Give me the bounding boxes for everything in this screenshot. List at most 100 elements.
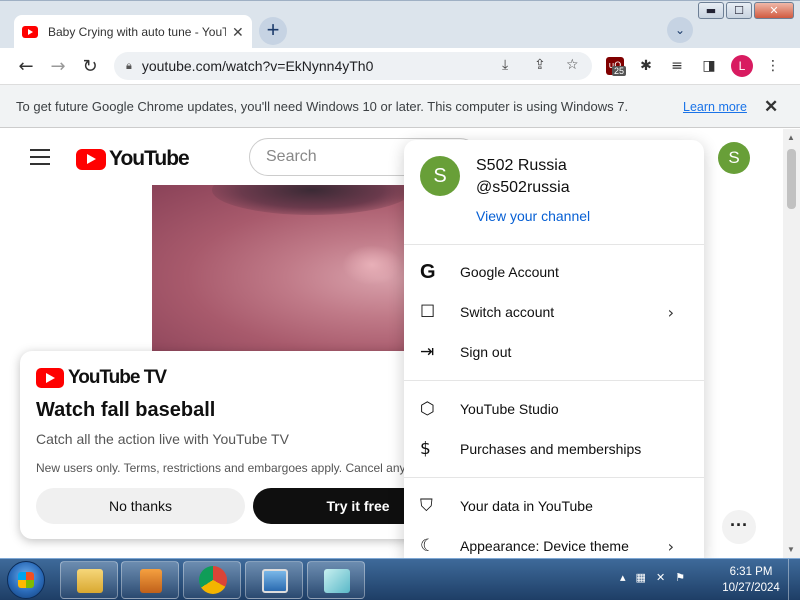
menu-item-sign-out[interactable]: ⇥ Sign out <box>404 332 704 372</box>
media-queue-icon[interactable]: ≡ <box>668 57 686 75</box>
page-scrollbar[interactable]: ▲ ▼ <box>783 129 800 558</box>
view-channel-link[interactable]: View your channel <box>476 208 590 224</box>
infobar-close-icon[interactable]: ✕ <box>764 97 778 117</box>
menu-item-label: Sign out <box>460 344 512 360</box>
tab-search-icon[interactable]: ⌄ <box>667 17 693 43</box>
shield-icon: ⛉ <box>420 496 433 516</box>
extensions-puzzle-icon[interactable]: ✱ <box>637 57 655 75</box>
media-player-icon <box>140 569 162 593</box>
window-icon <box>262 569 288 593</box>
install-icon[interactable]: ⤓ <box>502 57 508 73</box>
google-icon: G <box>420 260 436 283</box>
back-button[interactable]: ← <box>10 56 42 77</box>
menu-item-label: Purchases and memberships <box>460 441 642 457</box>
chevron-right-icon: › <box>667 536 674 556</box>
menu-item-your-data[interactable]: ⛉ Your data in YouTube <box>404 486 704 526</box>
url-text[interactable]: youtube.com/watch?v=EkNynn4yTh0 <box>142 58 374 74</box>
menu-divider <box>404 477 704 478</box>
no-thanks-button[interactable]: No thanks <box>36 488 245 524</box>
menu-item-label: YouTube Studio <box>460 401 559 417</box>
dollar-icon: $ <box>420 439 431 459</box>
taskbar-window[interactable] <box>245 561 303 599</box>
menu-item-purchases[interactable]: $ Purchases and memberships <box>404 429 704 469</box>
folder-icon <box>77 569 103 593</box>
new-tab-button[interactable]: + <box>259 17 287 45</box>
youtube-tv-play-icon <box>36 368 64 388</box>
chrome-icon <box>199 566 227 594</box>
switch-account-icon: ☐ <box>420 302 436 322</box>
more-actions-button[interactable]: ··· <box>722 510 756 544</box>
side-panel-icon[interactable]: ◨ <box>700 57 718 75</box>
menu-item-label: Your data in YouTube <box>460 498 593 514</box>
menu-item-switch-account[interactable]: ☐ Switch account › <box>404 292 704 332</box>
update-infobar: To get future Google Chrome updates, you… <box>0 84 800 128</box>
menu-item-youtube-studio[interactable]: ⬡ YouTube Studio <box>404 389 704 429</box>
close-window-button[interactable]: ✕ <box>754 2 794 19</box>
menu-hamburger-icon[interactable] <box>30 149 50 170</box>
clock-time: 6:31 PM <box>729 566 773 578</box>
tab-close-icon[interactable]: ✕ <box>232 24 244 41</box>
taskbar-media-player[interactable] <box>121 561 179 599</box>
tab-title: Baby Crying with auto tune - YouTube <box>48 25 226 39</box>
network-icon[interactable]: ▦ <box>636 571 646 584</box>
clock-date: 10/27/2024 <box>722 582 780 594</box>
start-button[interactable] <box>7 561 45 599</box>
volume-muted-icon[interactable]: ✕ <box>656 571 665 584</box>
youtube-tv-logo-text: YouTube TV <box>68 367 167 388</box>
maximize-button[interactable]: ☐ <box>726 2 752 19</box>
minimize-button[interactable]: ▬ <box>698 2 724 19</box>
scrollbar-thumb[interactable] <box>787 149 796 209</box>
youtube-play-icon <box>76 148 106 170</box>
menu-item-label: Appearance: Device theme <box>460 538 629 554</box>
youtube-tv-promo: YouTube TV Watch fall baseball Catch all… <box>20 351 440 539</box>
address-bar[interactable]: 🔒︎ youtube.com/watch?v=EkNynn4yTh0 ⤓ ⇪ ☆ <box>114 52 592 80</box>
system-tray: ▴ ▦ ✕ ⚑ <box>620 571 685 584</box>
browser-titlebar: ▬ ☐ ✕ Baby Crying with auto tune - YouTu… <box>0 0 800 49</box>
menu-divider <box>404 244 704 245</box>
show-desktop-button[interactable] <box>788 559 800 600</box>
taskbar-chrome[interactable] <box>183 561 241 599</box>
account-name: S502 Russia <box>476 157 567 174</box>
taskbar-explorer[interactable] <box>60 561 118 599</box>
account-avatar[interactable]: S <box>718 142 750 174</box>
youtube-favicon-icon <box>22 26 38 38</box>
notes-icon <box>324 569 350 593</box>
youtube-logo-text: YouTube <box>109 147 190 170</box>
promo-title: Watch fall baseball <box>36 399 216 421</box>
chrome-profile-avatar[interactable]: L <box>731 55 753 77</box>
youtube-tv-logo: YouTube TV <box>36 367 440 389</box>
youtube-logo[interactable]: YouTube <box>76 147 190 171</box>
taskbar-clock[interactable]: 6:31 PM 10/27/2024 <box>718 564 784 596</box>
scroll-down-icon[interactable]: ▼ <box>787 545 795 554</box>
reload-button[interactable]: ↻ <box>74 56 106 77</box>
moon-icon: ☾ <box>420 536 436 556</box>
menu-item-google-account[interactable]: G Google Account <box>404 252 704 292</box>
learn-more-link[interactable]: Learn more <box>683 100 747 114</box>
bookmark-star-icon[interactable]: ☆ <box>566 57 579 73</box>
infobar-message: To get future Google Chrome updates, you… <box>16 98 629 114</box>
windows-taskbar: ▴ ▦ ✕ ⚑ 6:31 PM 10/27/2024 <box>0 558 800 600</box>
chevron-right-icon: › <box>667 302 674 322</box>
window-controls: ▬ ☐ ✕ <box>698 2 794 19</box>
scroll-up-icon[interactable]: ▲ <box>787 133 795 142</box>
share-icon[interactable]: ⇪ <box>534 57 546 73</box>
menu-divider <box>404 380 704 381</box>
studio-icon: ⬡ <box>420 399 435 419</box>
taskbar-notes[interactable] <box>307 561 365 599</box>
sign-out-icon: ⇥ <box>420 342 435 362</box>
account-menu: S S502 Russia @s502russia View your chan… <box>404 140 704 560</box>
menu-item-label: Google Account <box>460 264 559 280</box>
flag-icon[interactable]: ⚑ <box>675 571 685 584</box>
chrome-menu-icon[interactable]: ⋮ <box>764 57 782 75</box>
forward-button[interactable]: → <box>42 56 74 77</box>
browser-tab[interactable]: Baby Crying with auto tune - YouTube ✕ <box>14 15 252 49</box>
promo-fine-print: New users only. Terms, restrictions and … <box>36 461 432 475</box>
tray-expand-icon[interactable]: ▴ <box>620 571 626 584</box>
menu-item-appearance[interactable]: ☾ Appearance: Device theme › <box>404 526 704 560</box>
browser-toolbar: ← → ↻ 🔒︎ youtube.com/watch?v=EkNynn4yTh0… <box>0 48 800 84</box>
account-menu-avatar: S <box>420 156 460 196</box>
menu-item-label: Switch account <box>460 304 555 320</box>
account-handle: @s502russia <box>476 179 570 196</box>
promo-subtitle: Catch all the action live with YouTube T… <box>36 431 289 447</box>
lock-icon: 🔒︎ <box>126 59 132 72</box>
